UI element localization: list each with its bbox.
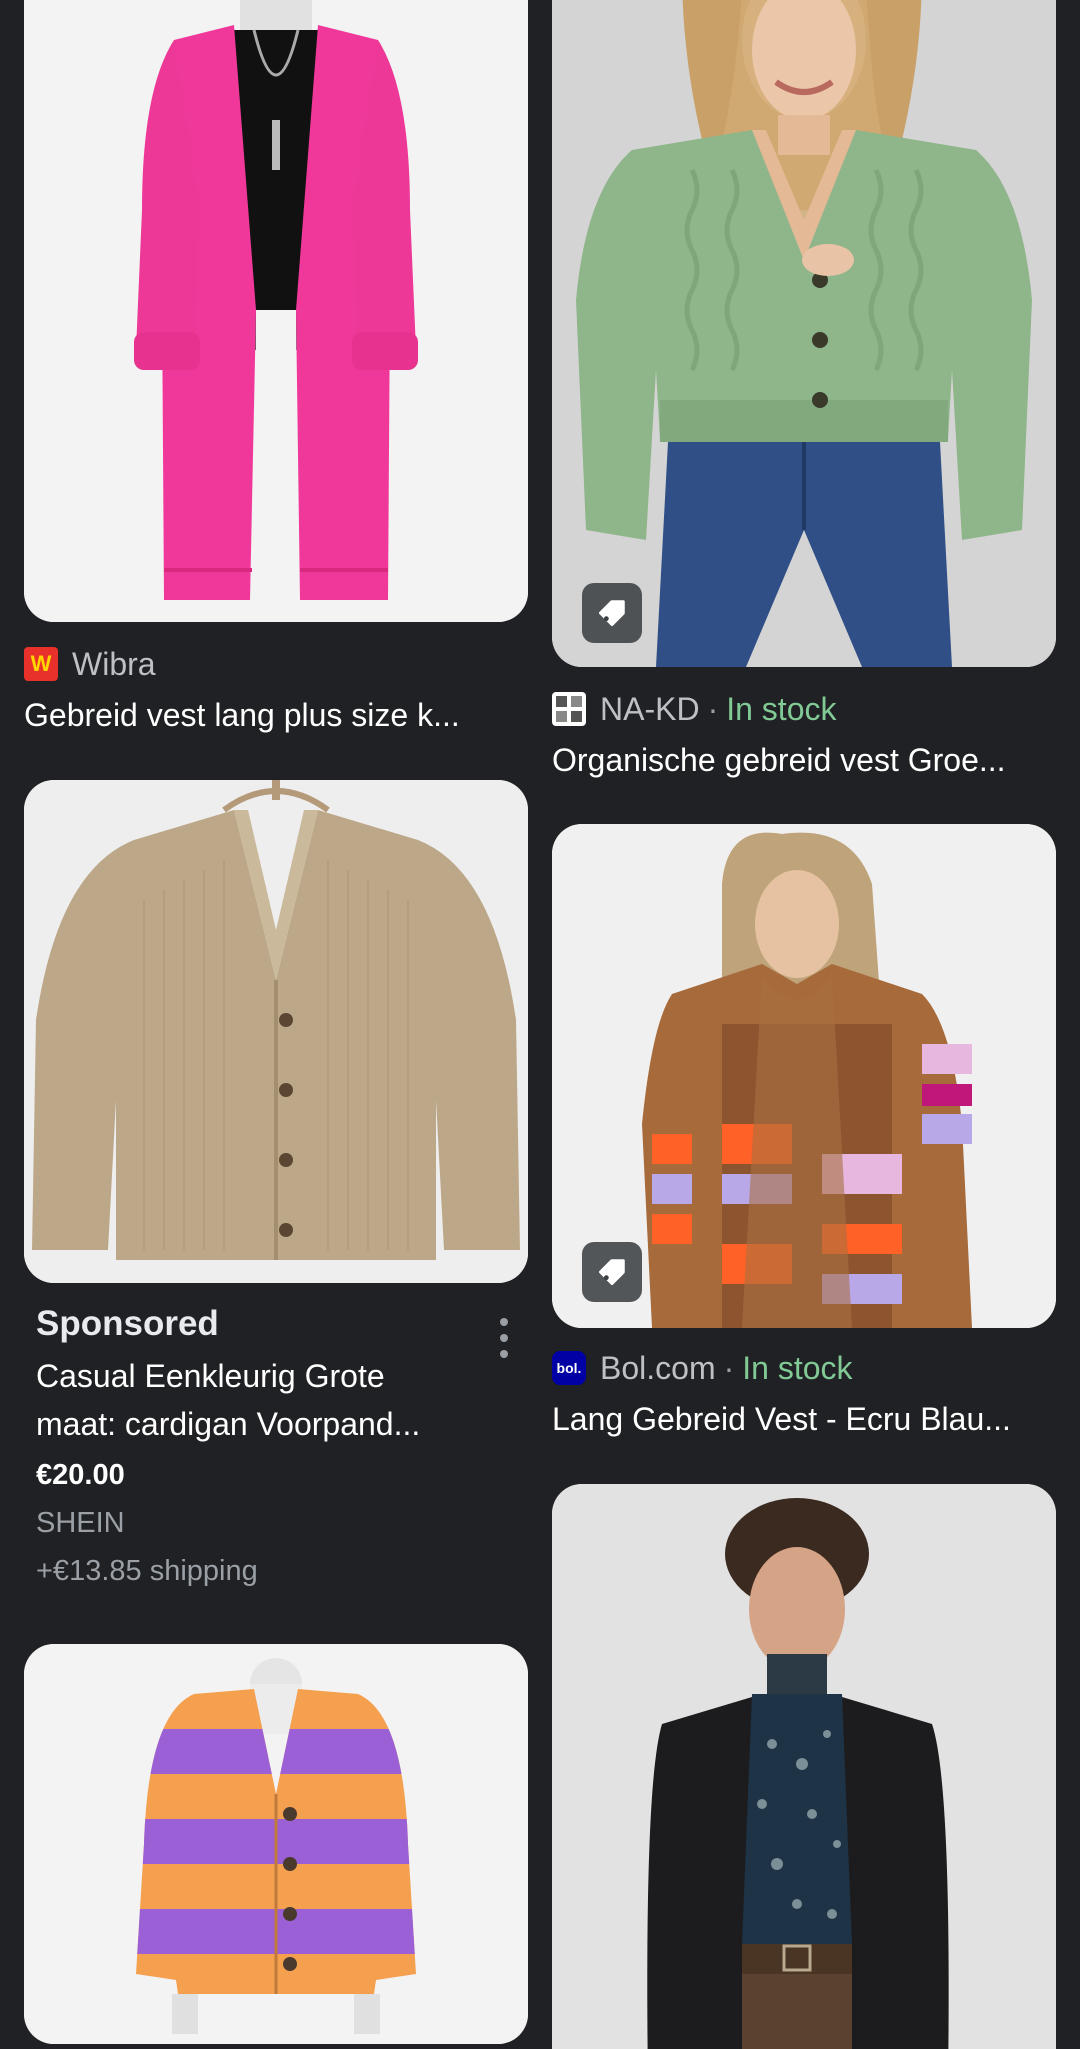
sponsored-merchant: SHEIN [36, 1507, 125, 1539]
source-name: Wibra [72, 645, 156, 682]
result-image-striped-cardigan[interactable] [24, 1644, 528, 2044]
more-vert-icon[interactable] [486, 1314, 522, 1362]
result-title-wibra[interactable]: Gebreid vest lang plus size k... [24, 695, 528, 735]
source-name: Bol.com [600, 1349, 716, 1386]
tag-icon [598, 1259, 625, 1286]
result-image-wibra[interactable] [24, 0, 528, 622]
source-name: NA-KD [600, 690, 700, 727]
result-image-black-cardigan[interactable] [552, 1484, 1056, 2049]
sponsored-shipping: +€13.85 shipping [36, 1555, 258, 1587]
shopping-tag-button-nakd[interactable] [582, 583, 642, 643]
bol-favicon: bol. [552, 1351, 586, 1385]
in-stock-label: In stock [726, 690, 837, 727]
sponsored-label: Sponsored [36, 1304, 219, 1343]
nakd-favicon [552, 692, 586, 726]
result-source-nakd[interactable]: NA-KD · In stock [552, 689, 836, 729]
wibra-favicon-letter: W [30, 651, 52, 676]
result-title-nakd[interactable]: Organische gebreid vest Groe... [552, 740, 1056, 780]
separator-dot: · [723, 1349, 735, 1386]
sponsored-result-image[interactable] [24, 780, 528, 1283]
green-cable-knit-cardigan-image [552, 0, 1056, 667]
orange-purple-striped-cardigan-image [24, 1644, 528, 2044]
black-cardigan-model-image [552, 1484, 1056, 2049]
result-source-wibra[interactable]: W Wibra [24, 644, 156, 684]
beige-button-cardigan-image [24, 780, 528, 1283]
result-title-bol[interactable]: Lang Gebreid Vest - Ecru Blau... [552, 1399, 1056, 1439]
sponsored-price: €20.00 [36, 1459, 125, 1491]
wibra-favicon: W [24, 647, 58, 681]
separator-dot: · [707, 690, 719, 727]
pink-long-cardigan-image [24, 0, 528, 622]
tag-icon [598, 600, 625, 627]
in-stock-label: In stock [742, 1349, 853, 1386]
result-image-nakd[interactable] [552, 0, 1056, 667]
sponsored-title[interactable]: Casual Eenkleurig Grote maat: cardigan V… [36, 1352, 466, 1448]
bol-favicon-text: bol. [556, 1360, 582, 1376]
result-source-bol[interactable]: bol. Bol.com · In stock [552, 1348, 853, 1388]
shopping-tag-button-bol[interactable] [582, 1242, 642, 1302]
